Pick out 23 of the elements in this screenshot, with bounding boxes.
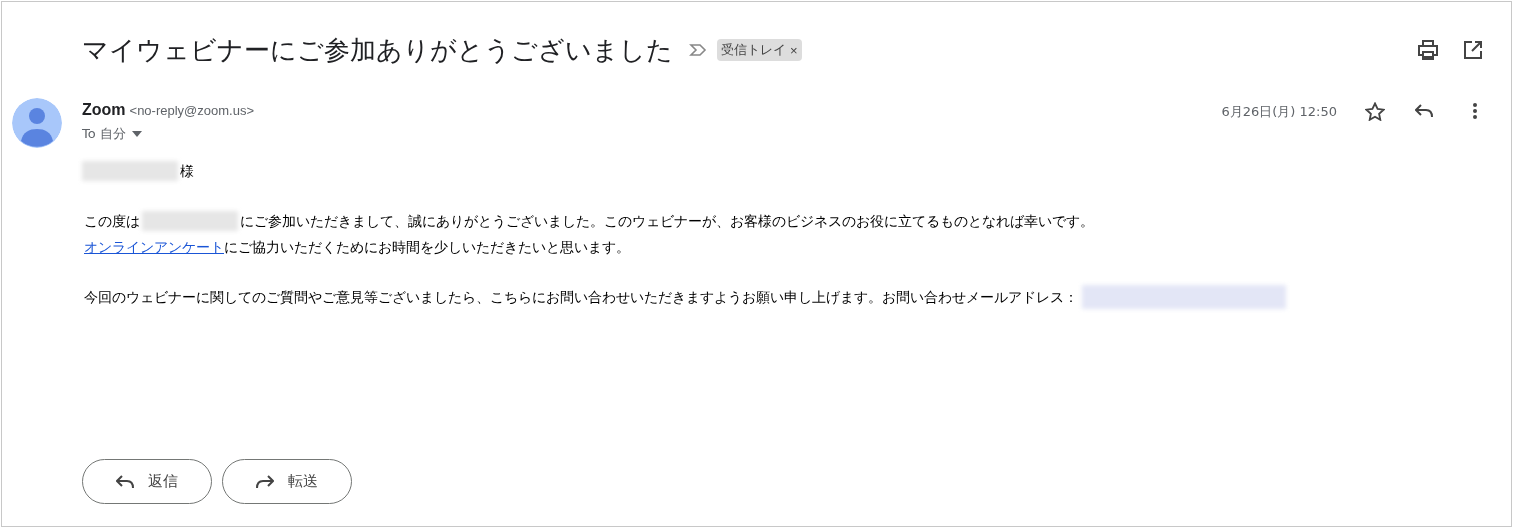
forward-icon bbox=[256, 474, 274, 489]
body-text: にご協力いただくためにお時間を少しいただきたいと思います。 bbox=[224, 237, 630, 257]
more-options-icon[interactable] bbox=[1473, 103, 1477, 119]
remove-label-button[interactable]: × bbox=[790, 43, 798, 57]
body-text: この度は bbox=[84, 211, 140, 231]
reply-icon[interactable] bbox=[1415, 104, 1433, 118]
label-chip[interactable]: 受信トレイ × bbox=[717, 39, 802, 61]
reply-icon bbox=[116, 474, 134, 489]
print-icon[interactable] bbox=[1417, 40, 1439, 60]
survey-link[interactable]: オンラインアンケート bbox=[84, 236, 224, 258]
body-text: 今回のウェビナーに関してのご質問やご意見等ございましたら、こちらにお問い合わせいただきますようお願い申し上げます。お問い合わせメールアドレス： bbox=[84, 287, 1078, 307]
sender-name: Zoom bbox=[82, 100, 126, 120]
avatar-icon bbox=[12, 98, 62, 148]
star-icon[interactable] bbox=[1365, 102, 1385, 121]
dropdown-caret-icon[interactable] bbox=[131, 130, 142, 137]
recipient-text: To 自分 bbox=[82, 125, 126, 143]
open-in-new-window-icon[interactable] bbox=[1463, 40, 1483, 60]
body-text: 様 bbox=[180, 161, 194, 181]
body-text: にご参加いただきまして、誠にありがとうございました。このウェビナーが、お客様のビジネスのお役に立てるものとなれば幸いです。 bbox=[240, 211, 1094, 231]
email-subject: マイウェビナーにご参加ありがとうございました bbox=[82, 33, 673, 67]
sender-email: <no-reply@zoom.us> bbox=[129, 102, 255, 120]
email-date: 6月26日(月) 12:50 bbox=[1221, 103, 1337, 121]
important-marker-icon[interactable] bbox=[689, 43, 707, 57]
